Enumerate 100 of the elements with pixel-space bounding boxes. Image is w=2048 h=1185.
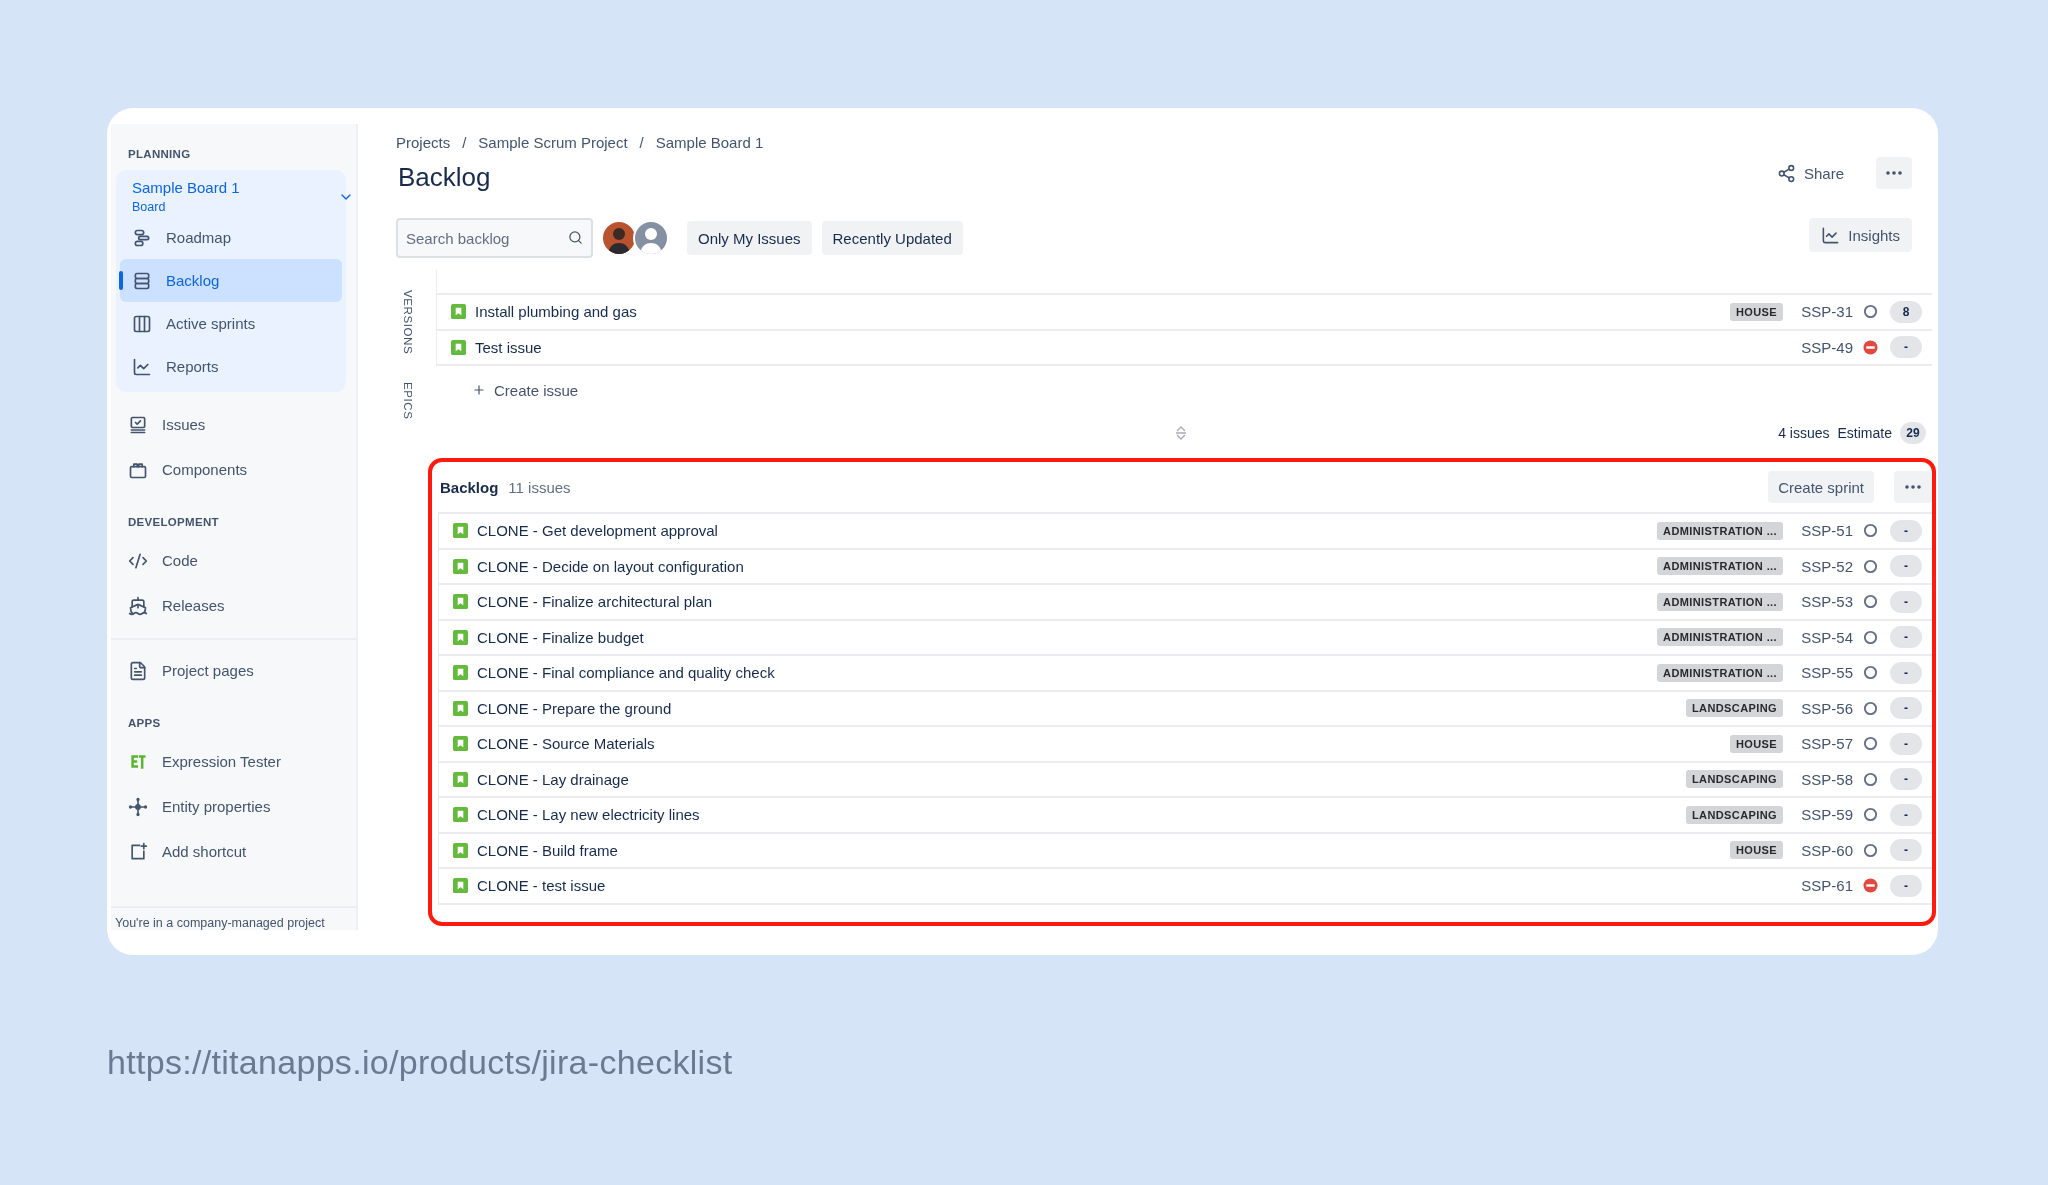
sidebar-item[interactable]: Entity properties: [111, 784, 346, 829]
sidebar-item[interactable]: Releases: [111, 583, 346, 628]
filter-button[interactable]: Only My Issues: [687, 221, 812, 255]
breadcrumb-separator: /: [639, 133, 644, 153]
side-tab[interactable]: VERSIONS: [402, 290, 414, 355]
epic-tag: ADMINISTRATION ...: [1657, 521, 1783, 540]
story-icon: [451, 339, 466, 355]
issue-title[interactable]: Install plumbing and gas: [475, 303, 1730, 321]
breadcrumb-link[interactable]: Sample Board 1: [655, 133, 764, 153]
estimate-pill: -: [1890, 732, 1922, 755]
add-shortcut-icon: [128, 841, 148, 862]
issue-title[interactable]: CLONE - Finalize budget: [477, 628, 1658, 646]
epic-tag: ADMINISTRATION ...: [1657, 557, 1783, 576]
issue-key[interactable]: SSP-57: [1783, 735, 1853, 753]
sidebar-item[interactable]: Roadmap: [120, 216, 342, 259]
section-heading: PLANNING: [127, 147, 192, 162]
chart-icon: [1821, 225, 1841, 245]
estimate-label: Estimate: [1837, 425, 1892, 441]
share-icon: [1776, 163, 1796, 183]
estimate-pill: -: [1890, 661, 1922, 684]
story-icon: [453, 878, 468, 894]
source-url: https://titanapps.io/products/jira-checklist: [107, 1043, 734, 1082]
issue-title[interactable]: CLONE - Finalize architectural plan: [477, 593, 1658, 611]
breadcrumb-link[interactable]: Projects: [396, 133, 451, 153]
issue-count: 11 issues: [508, 478, 571, 496]
epic-tag: HOUSE: [1729, 302, 1783, 321]
project-type-note: You're in a company-managed project: [111, 906, 356, 930]
sidebar-item[interactable]: Backlog: [120, 259, 342, 302]
story-icon: [453, 665, 468, 681]
sidebar-item[interactable]: Reports: [120, 345, 342, 388]
issue-key[interactable]: SSP-54: [1783, 628, 1853, 646]
create-issue-button[interactable]: Create issue: [472, 372, 579, 408]
story-icon: [453, 700, 468, 716]
more-button[interactable]: [1876, 157, 1912, 189]
epic-tag: HOUSE: [1729, 841, 1783, 860]
epic-tag: ADMINISTRATION ...: [1657, 592, 1783, 611]
issue-key[interactable]: SSP-58: [1783, 770, 1853, 788]
sidebar-item[interactable]: Code: [111, 538, 346, 583]
issue-key[interactable]: SSP-53: [1783, 593, 1853, 611]
share-button[interactable]: Share: [1776, 163, 1844, 183]
issue-title[interactable]: CLONE - Decide on layout configuration: [477, 557, 1658, 575]
sidebar-item[interactable]: Expression Tester: [111, 739, 346, 784]
insights-button[interactable]: Insights: [1809, 218, 1912, 252]
filter-button[interactable]: Recently Updated: [821, 221, 963, 255]
story-icon: [453, 558, 468, 574]
estimate-pill: -: [1890, 839, 1922, 862]
columns-icon: [132, 313, 152, 334]
issue-key[interactable]: SSP-51: [1783, 522, 1853, 540]
more-icon: [1905, 485, 1921, 489]
issue-key[interactable]: SSP-49: [1783, 338, 1853, 356]
sidebar-item[interactable]: Add shortcut: [111, 829, 346, 874]
board-switcher[interactable]: Sample Board 1 Board: [120, 178, 356, 216]
issue-key[interactable]: SSP-55: [1783, 664, 1853, 682]
search-icon: [568, 230, 583, 245]
estimate-pill: -: [1890, 519, 1922, 542]
page-icon: [128, 660, 148, 681]
more-button[interactable]: [1894, 471, 1932, 503]
issue-key[interactable]: SSP-56: [1783, 699, 1853, 717]
issue-key[interactable]: SSP-59: [1783, 806, 1853, 824]
estimate-pill: -: [1890, 626, 1922, 649]
search-field[interactable]: Search backlog: [396, 218, 593, 258]
backlog-icon: [132, 270, 152, 291]
more-icon: [1886, 171, 1902, 175]
issue-title[interactable]: CLONE - test issue: [477, 877, 1783, 895]
sidebar-item[interactable]: Issues: [111, 402, 346, 447]
estimate-total: 29: [1900, 422, 1926, 444]
story-icon: [453, 594, 468, 610]
issue-key[interactable]: SSP-31: [1783, 303, 1853, 321]
issue-key[interactable]: SSP-52: [1783, 557, 1853, 575]
side-tab[interactable]: EPICS: [402, 382, 414, 420]
sidebar-item[interactable]: Active sprints: [120, 302, 342, 345]
issue-title[interactable]: CLONE - Build frame: [477, 841, 1730, 859]
estimate-pill: -: [1890, 803, 1922, 826]
issue-title[interactable]: CLONE - Final compliance and quality check: [477, 664, 1658, 682]
issue-title[interactable]: Test issue: [475, 338, 1783, 356]
story-icon: [453, 842, 468, 858]
story-icon: [453, 629, 468, 645]
issue-count: 4 issues: [1778, 425, 1830, 441]
section-heading: DEVELOPMENT: [127, 515, 220, 530]
story-icon: [451, 304, 466, 320]
ship-icon: [128, 595, 148, 616]
chart-icon: [132, 356, 152, 377]
backlog-title: Backlog: [440, 478, 499, 496]
sidebar-item[interactable]: Project pages: [111, 648, 346, 693]
plus-icon: [472, 383, 486, 397]
create-sprint-button[interactable]: Create sprint: [1768, 471, 1874, 503]
sidebar-item[interactable]: Components: [111, 447, 346, 492]
issue-key[interactable]: SSP-61: [1783, 877, 1853, 895]
issue-title[interactable]: CLONE - Lay new electricity lines: [477, 806, 1686, 824]
section-heading: APPS: [127, 716, 162, 731]
issue-title[interactable]: CLONE - Get development approval: [477, 522, 1658, 540]
issue-key[interactable]: SSP-60: [1783, 841, 1853, 859]
breadcrumb-link[interactable]: Sample Scrum Project: [478, 133, 628, 153]
issue-title[interactable]: CLONE - Source Materials: [477, 735, 1730, 753]
issue-title[interactable]: CLONE - Lay drainage: [477, 770, 1686, 788]
story-icon: [453, 523, 468, 539]
issue-title[interactable]: CLONE - Prepare the ground: [477, 699, 1686, 717]
epic-tag: LANDSCAPING: [1685, 699, 1783, 718]
estimate-pill: -: [1890, 697, 1922, 720]
monitor-icon: [128, 414, 148, 435]
